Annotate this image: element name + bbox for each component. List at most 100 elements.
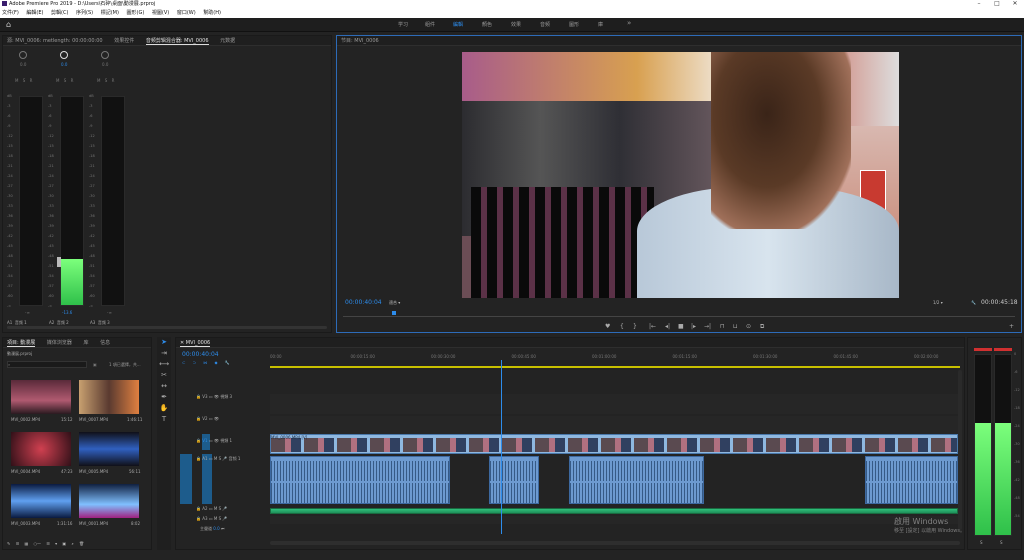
- work-area-bar[interactable]: [270, 366, 960, 368]
- workspace-effects[interactable]: 效果: [511, 21, 521, 28]
- project-search-input[interactable]: ⌕: [7, 361, 87, 368]
- new-bin-icon[interactable]: ▣: [93, 362, 97, 367]
- stop-button[interactable]: ■: [678, 323, 684, 330]
- pan-knob[interactable]: [60, 51, 68, 59]
- pan-knob[interactable]: [101, 51, 109, 59]
- track-area[interactable]: MVI_0006.MP4 [V]: [270, 394, 960, 534]
- add-marker-button[interactable]: ♥: [605, 323, 610, 330]
- workspace-assembly[interactable]: 組件: [425, 21, 435, 28]
- tab-source[interactable]: 源: MVI_0006: metlength: 00:00:00:00: [7, 38, 103, 44]
- tab-sequence[interactable]: ✕ MVI_0006: [180, 340, 211, 347]
- menu-clip[interactable]: 剪輯(C): [51, 10, 68, 16]
- workspace-color[interactable]: 顏色: [482, 21, 492, 28]
- audio-clip-a2[interactable]: [270, 508, 958, 514]
- mark-in-button[interactable]: {: [620, 323, 624, 330]
- clip-indicator[interactable]: [974, 348, 992, 351]
- selection-tool-icon[interactable]: ➤: [157, 337, 171, 348]
- track-v3[interactable]: [270, 394, 960, 414]
- menu-sequence[interactable]: 序列(S): [76, 10, 93, 16]
- close-button[interactable]: ✕: [1006, 0, 1024, 7]
- source-patch-a1[interactable]: [180, 454, 192, 504]
- program-timecode[interactable]: 00:00:40:04: [345, 299, 382, 306]
- menu-help[interactable]: 幫助(H): [203, 10, 221, 16]
- type-tool-icon[interactable]: T: [157, 414, 171, 425]
- channel-buttons[interactable]: M S R: [97, 78, 114, 83]
- channel-buttons[interactable]: M S R: [56, 78, 73, 83]
- audio-clip[interactable]: [270, 456, 450, 504]
- menu-view[interactable]: 視圖(V): [152, 10, 169, 16]
- home-icon[interactable]: ⌂: [6, 20, 11, 29]
- timeline-hscrollbar[interactable]: [270, 541, 960, 545]
- timeline-timecode[interactable]: 00:00:40:04: [182, 351, 219, 358]
- extract-button[interactable]: ⊔: [733, 323, 738, 330]
- ripple-edit-tool-icon[interactable]: ⟷: [157, 359, 171, 370]
- solo-button[interactable]: S: [980, 540, 983, 545]
- slip-tool-icon[interactable]: ↔: [157, 381, 171, 392]
- program-scrub-bar[interactable]: [343, 316, 1015, 317]
- tab-effect-controls[interactable]: 效果控件: [114, 38, 134, 44]
- audio-clip[interactable]: [865, 456, 958, 504]
- solo-button[interactable]: S: [1000, 540, 1003, 545]
- add-button[interactable]: +: [1009, 323, 1014, 330]
- lift-button[interactable]: ⊓: [720, 323, 725, 330]
- quality-dropdown[interactable]: 1/2 ▾: [933, 300, 943, 305]
- workspace-audio[interactable]: 音频: [540, 21, 550, 28]
- workspace-learn[interactable]: 学习: [398, 21, 408, 28]
- menu-graphics[interactable]: 圖形(G): [127, 10, 145, 16]
- menu-window[interactable]: 窗口(W): [177, 10, 196, 16]
- hand-tool-icon[interactable]: ✋: [157, 403, 171, 414]
- tab-metadata[interactable]: 元数据: [220, 38, 235, 44]
- clip-thumbnail[interactable]: [11, 432, 71, 466]
- workspace-more-button[interactable]: »: [627, 19, 631, 27]
- workspace-graphics[interactable]: 圖形: [569, 21, 579, 28]
- go-to-out-button[interactable]: →|: [704, 323, 711, 330]
- clip-thumbnail[interactable]: [79, 484, 139, 518]
- mark-out-button[interactable]: }: [633, 323, 637, 330]
- maximize-button[interactable]: □: [988, 0, 1006, 7]
- clip-thumbnail[interactable]: [79, 432, 139, 466]
- go-to-in-button[interactable]: |←: [649, 323, 656, 330]
- program-title[interactable]: 节目: MVI_0006: [341, 38, 379, 44]
- audio-clip[interactable]: [569, 456, 704, 504]
- audio-clip[interactable]: [489, 456, 539, 504]
- pen-tool-icon[interactable]: ✒: [157, 392, 171, 403]
- track-a3[interactable]: [270, 516, 958, 524]
- clip-thumbnail[interactable]: [11, 380, 71, 414]
- track-v2[interactable]: [270, 416, 960, 434]
- timeline-vscrollbar[interactable]: [958, 370, 962, 530]
- pan-value[interactable]: 0.0: [102, 62, 108, 67]
- timeline-playhead[interactable]: [501, 360, 503, 534]
- minimize-button[interactable]: –: [970, 0, 988, 7]
- pan-value[interactable]: 0.0: [20, 62, 26, 67]
- export-frame-icon[interactable]: ⊙: [746, 323, 751, 330]
- mixer-scrollbar[interactable]: [7, 326, 327, 329]
- tab-libraries[interactable]: 库: [83, 340, 88, 346]
- fit-dropdown[interactable]: 適合 ▾: [389, 300, 400, 306]
- track-select-tool-icon[interactable]: ⇥: [157, 348, 171, 359]
- timeline-toolbar[interactable]: ⊂ ⊃ ⋈ ◆ 🔧: [182, 360, 230, 365]
- menu-file[interactable]: 文件(F): [2, 10, 19, 16]
- fader-handle[interactable]: [57, 257, 61, 267]
- settings-icon[interactable]: 🔧: [971, 300, 976, 305]
- video-clip[interactable]: MVI_0006.MP4 [V]: [270, 434, 958, 454]
- menu-marker[interactable]: 標記(M): [101, 10, 119, 16]
- compare-icon[interactable]: ⧉: [760, 323, 764, 331]
- program-playhead[interactable]: [392, 311, 396, 315]
- workspace-libraries[interactable]: 庫: [598, 21, 603, 28]
- tab-project[interactable]: 項目: 動漫展: [7, 340, 36, 347]
- pan-knob[interactable]: [19, 51, 27, 59]
- step-back-button[interactable]: ◂|: [665, 323, 670, 330]
- menu-edit[interactable]: 編輯(E): [26, 10, 43, 16]
- channel-buttons[interactable]: M S R: [15, 78, 32, 83]
- clip-thumbnail[interactable]: [79, 380, 139, 414]
- tab-audio-clip-mixer[interactable]: 音频剪辑混合器: MVI_0006: [145, 38, 209, 45]
- pan-value[interactable]: 0.0: [61, 62, 67, 67]
- tab-info[interactable]: 信息: [100, 340, 110, 346]
- clip-thumbnail[interactable]: [11, 484, 71, 518]
- workspace-editing[interactable]: 編輯: [453, 21, 463, 28]
- razor-tool-icon[interactable]: ✂: [157, 370, 171, 381]
- tab-media-browser[interactable]: 媒体浏览器: [47, 340, 72, 346]
- clip-indicator[interactable]: [994, 348, 1012, 351]
- project-footer-tools[interactable]: ✎ ☰ ▦ ○— ☰ ▾ ▣ ⌕ 🗑: [7, 541, 84, 546]
- step-forward-button[interactable]: |▸: [691, 323, 696, 330]
